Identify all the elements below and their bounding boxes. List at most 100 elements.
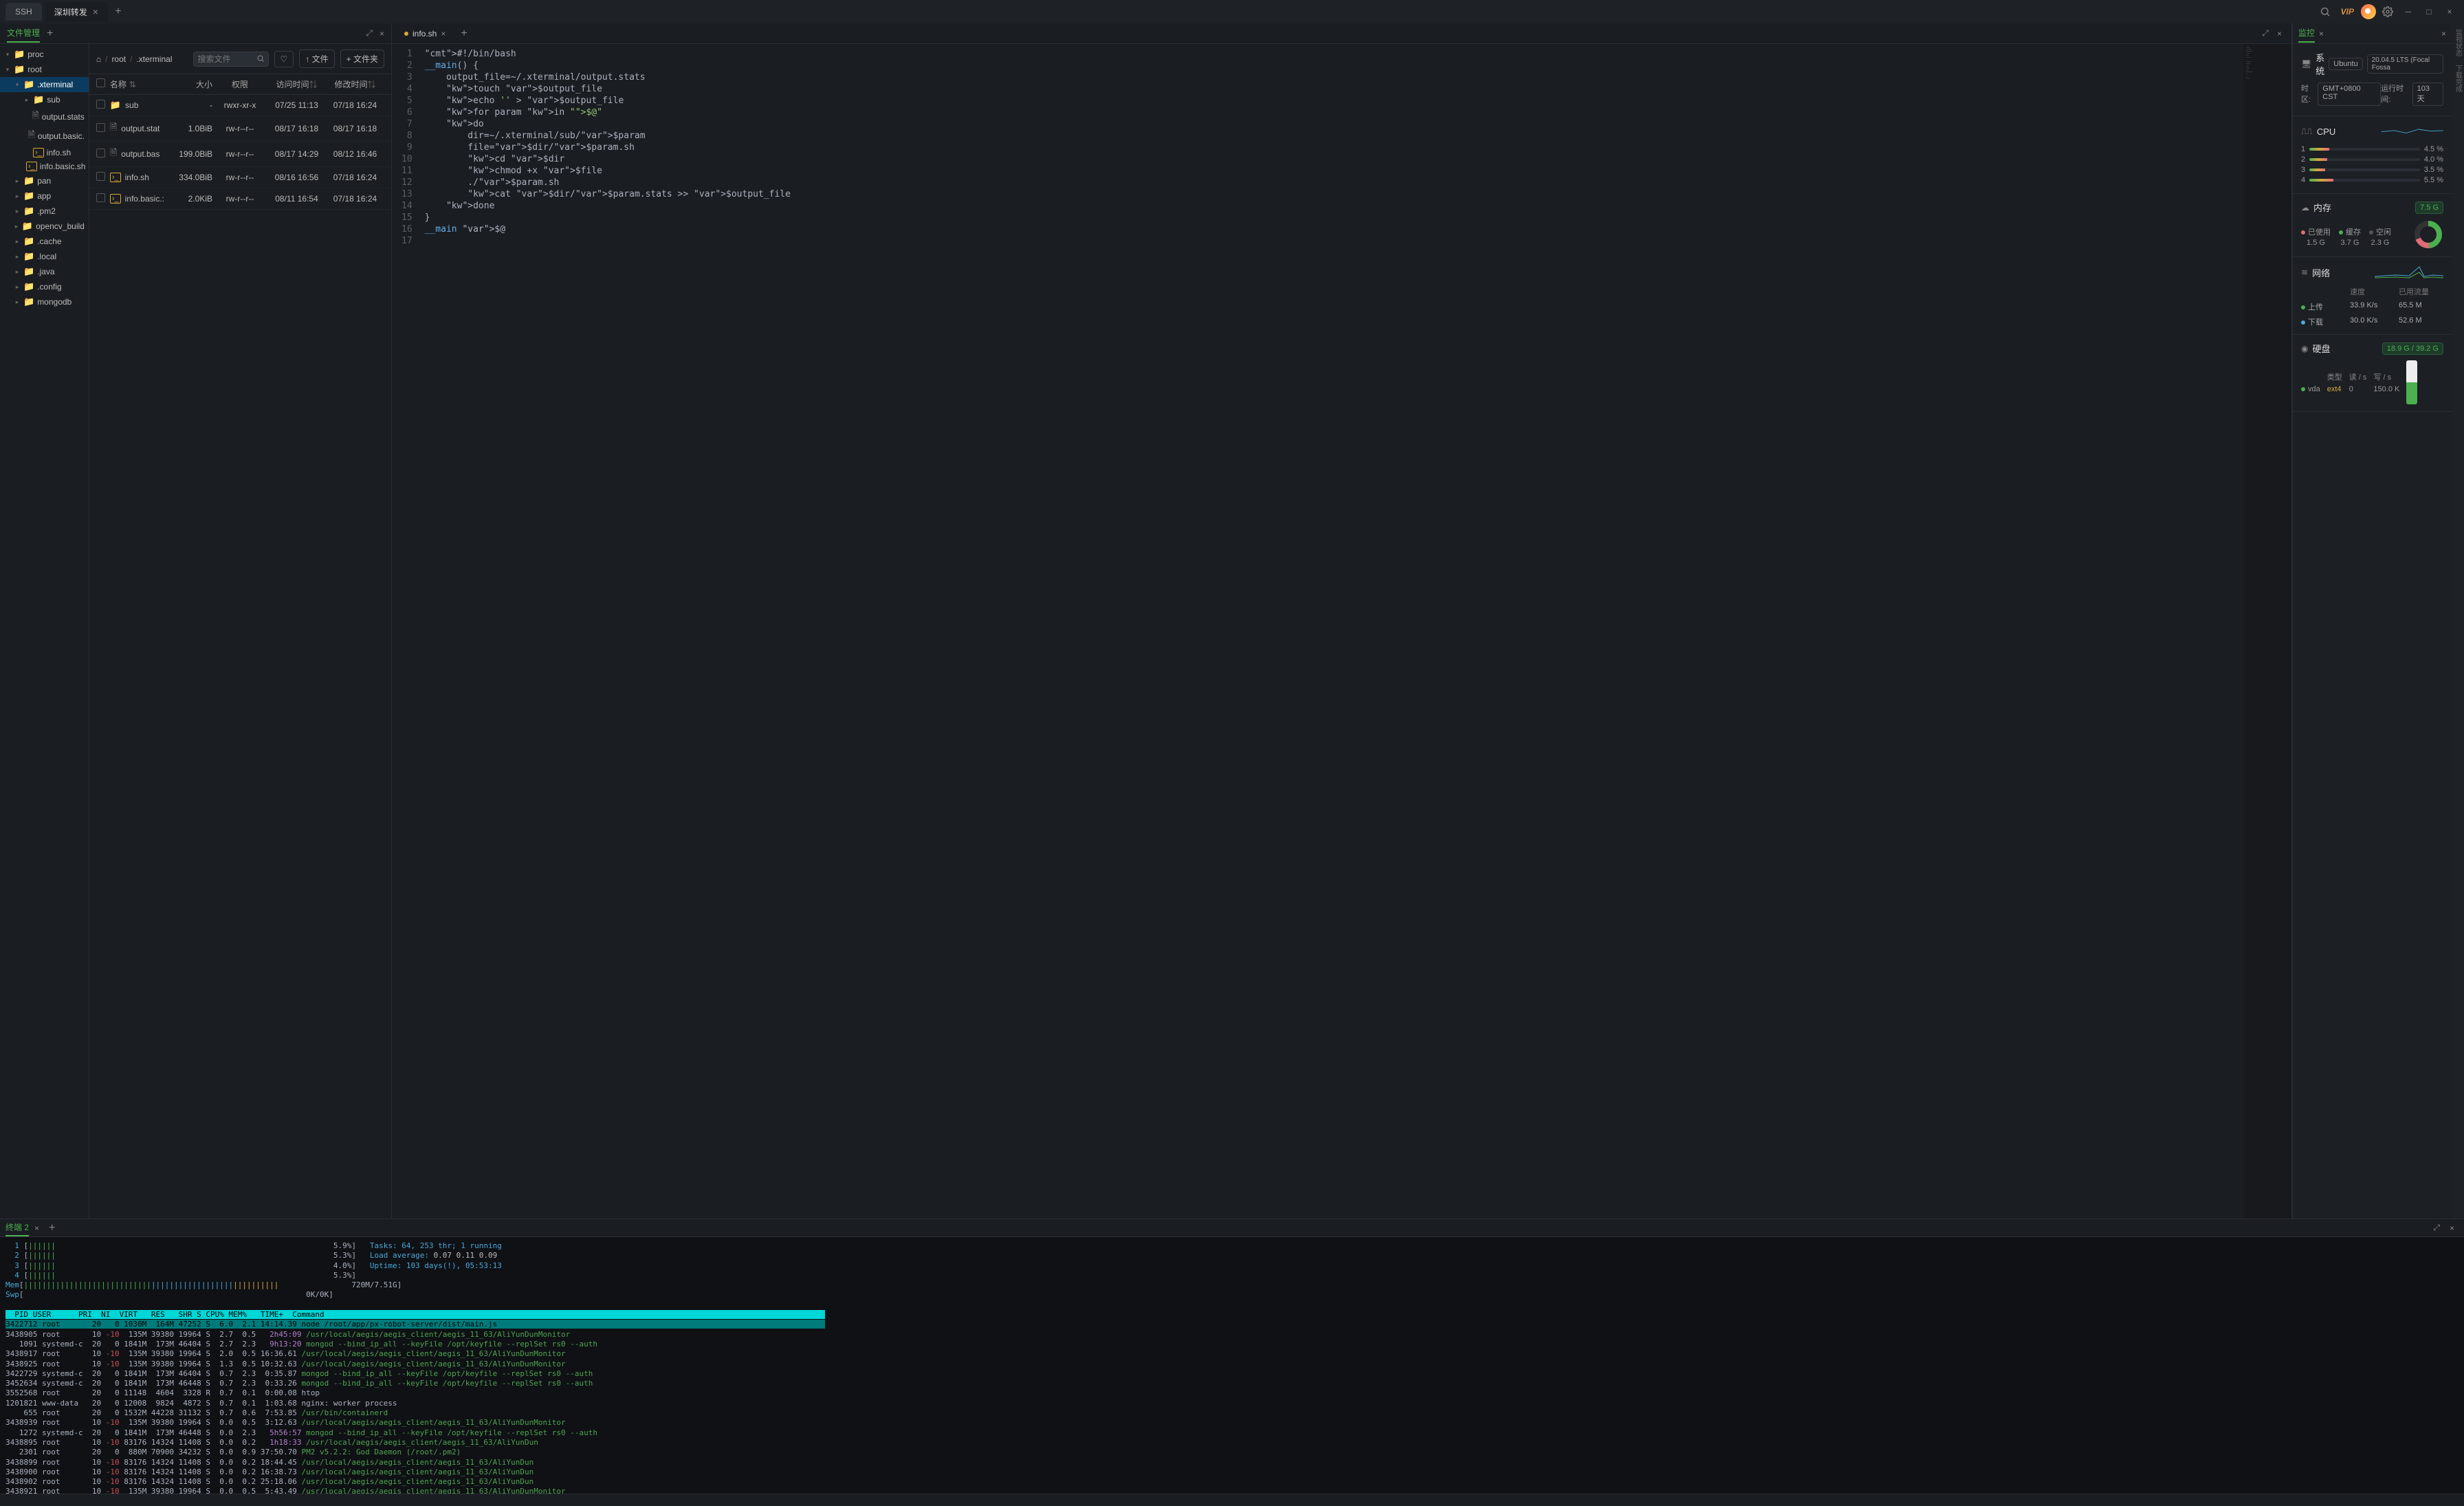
close-terminal-tab-icon[interactable]: × xyxy=(34,1223,39,1233)
tree-item[interactable]: ▸📁sub xyxy=(0,92,89,107)
caret-icon[interactable]: ▸ xyxy=(23,96,30,104)
file-row[interactable]: ›_info.sh334.0BiBrw-r--r--08/16 16:5607/… xyxy=(89,167,391,188)
search-icon[interactable] xyxy=(2316,3,2334,21)
tab-ssh[interactable]: SSH xyxy=(6,3,42,21)
caret-icon[interactable]: ▸ xyxy=(14,177,21,185)
caret-icon[interactable]: ▸ xyxy=(14,283,21,291)
cpu-icon: ⎍⎍ xyxy=(2301,127,2313,137)
cpu-core-pct: 3.5 % xyxy=(2424,166,2443,174)
col-atime[interactable]: 访问时间 xyxy=(276,80,309,89)
home-icon[interactable]: ⌂ xyxy=(96,54,101,64)
tree-item[interactable]: ›_info.sh xyxy=(0,146,89,160)
caret-icon[interactable]: ▸ xyxy=(14,193,21,200)
row-checkbox[interactable] xyxy=(96,172,105,181)
caret-icon[interactable]: ▾ xyxy=(4,51,11,58)
disk-row-read: 0 xyxy=(2349,385,2367,393)
close-monitor-panel-icon[interactable]: × xyxy=(2441,29,2446,39)
tree-item[interactable]: ▾📁proc xyxy=(0,47,89,62)
add-fm-tab-button[interactable]: + xyxy=(47,28,53,40)
col-name[interactable]: 名称 xyxy=(110,78,126,90)
tree-item[interactable]: ▸📁opencv_build xyxy=(0,219,89,234)
code-editor[interactable]: "cmt">#!/bin/bash__main() { output_file=… xyxy=(419,44,2243,1219)
col-size[interactable]: 大小 xyxy=(196,80,212,89)
file-row[interactable]: 🗎output.bas199.0BiBrw-r--r--08/17 14:290… xyxy=(89,142,391,167)
col-mtime[interactable]: 修改时间 xyxy=(334,80,367,89)
caret-icon[interactable]: ▸ xyxy=(14,268,21,276)
expand-terminal-icon[interactable]: ⤢ xyxy=(2433,1223,2440,1233)
tree-item[interactable]: ▾📁.xterminal xyxy=(0,77,89,92)
caret-icon[interactable]: ▸ xyxy=(14,253,21,261)
minimap[interactable]: ▬▬▬▬▬▬▬▬▬▬▬▬▬▬▬▬▬▬▬▬▬▬▬▬▬▬▬▬▬▬▬▬▬▬▬▬▬▬▬▬… xyxy=(2243,44,2291,1219)
caret-icon[interactable]: ▾ xyxy=(4,66,11,74)
file-row[interactable]: 🗎output.stat1.0BiBrw-r--r--08/17 16:1808… xyxy=(89,116,391,142)
crumb-xterminal[interactable]: .xterminal xyxy=(136,54,172,64)
breadcrumb[interactable]: ⌂ / root / .xterminal xyxy=(96,54,173,64)
caret-icon[interactable]: ▸ xyxy=(14,223,19,230)
add-terminal-tab[interactable]: + xyxy=(45,1222,59,1234)
file-name: output.bas xyxy=(121,149,160,159)
filemanager-tab[interactable]: 文件管理 xyxy=(7,24,40,43)
select-all-checkbox[interactable] xyxy=(96,78,105,87)
expand-icon[interactable]: ⤢ xyxy=(366,28,373,39)
terminal-tab[interactable]: 终端 2 xyxy=(6,1219,29,1236)
col-perm[interactable]: 权限 xyxy=(232,80,248,89)
tree-item[interactable]: ▸📁.config xyxy=(0,279,89,294)
expand-editor-icon[interactable]: ⤢ xyxy=(2262,28,2269,39)
tab-label: 深圳转发 xyxy=(54,6,87,18)
vip-badge[interactable]: VIP xyxy=(2337,7,2358,17)
side-strip-item[interactable]: 下载完成 xyxy=(2453,65,2463,92)
file-row[interactable]: 📁sub-rwxr-xr-x07/25 11:1307/18 16:24 xyxy=(89,95,391,116)
network-title: 网络 xyxy=(2312,266,2370,279)
tree-item[interactable]: 🗎output.basic. xyxy=(0,127,89,146)
editor-tab-info-sh[interactable]: info.sh × xyxy=(397,26,452,41)
close-button[interactable]: × xyxy=(2441,3,2458,21)
sort-icon[interactable]: ⇅ xyxy=(368,80,376,89)
row-checkbox[interactable] xyxy=(96,100,105,109)
close-tab-icon[interactable]: × xyxy=(441,29,446,39)
tree-item[interactable]: ▸📁pan xyxy=(0,173,89,188)
close-icon[interactable]: × xyxy=(93,6,98,17)
file-perm: rw-r--r-- xyxy=(212,124,267,133)
caret-icon[interactable]: ▸ xyxy=(14,298,21,306)
search-icon[interactable] xyxy=(256,54,265,65)
favorite-button[interactable]: ♡ xyxy=(274,51,294,67)
terminal-body[interactable]: 1 [|||||| 5.9%] Tasks: 64, 253 thr; 1 ru… xyxy=(0,1237,2464,1494)
add-editor-tab[interactable]: + xyxy=(456,28,471,40)
new-tab-button[interactable]: + xyxy=(111,4,126,19)
sort-icon[interactable]: ⇅ xyxy=(129,80,136,89)
caret-icon[interactable]: ▾ xyxy=(14,81,21,89)
side-strip[interactable]: 监视状态 下载完成 xyxy=(2452,23,2464,1219)
side-strip-item[interactable]: 监视状态 xyxy=(2453,29,2463,56)
caret-icon[interactable]: ▸ xyxy=(14,238,21,245)
tree-item[interactable]: ▸📁.java xyxy=(0,264,89,279)
avatar[interactable] xyxy=(2361,4,2376,19)
new-folder-button[interactable]: + 文件夹 xyxy=(340,50,384,68)
row-checkbox[interactable] xyxy=(96,193,105,202)
tree-item[interactable]: ▸📁mongodb xyxy=(0,294,89,309)
maximize-button[interactable]: □ xyxy=(2420,3,2438,21)
tree-item[interactable]: 🗎output.stats xyxy=(0,107,89,127)
close-panel-icon[interactable]: × xyxy=(380,29,384,39)
tree-item[interactable]: ▸📁.pm2 xyxy=(0,204,89,219)
settings-icon[interactable] xyxy=(2379,3,2397,21)
close-monitor-tab-icon[interactable]: × xyxy=(2319,29,2324,39)
tree-item[interactable]: ▸📁app xyxy=(0,188,89,204)
caret-icon[interactable]: ▸ xyxy=(14,208,21,215)
row-checkbox[interactable] xyxy=(96,149,105,157)
tree-item[interactable]: ▸📁.cache xyxy=(0,234,89,249)
file-atime: 08/17 14:29 xyxy=(267,149,326,159)
tree-item[interactable]: ▾📁root xyxy=(0,62,89,77)
sort-icon[interactable]: ⇅ xyxy=(309,80,318,89)
file-tree[interactable]: ▾📁proc▾📁root▾📁.xterminal▸📁sub🗎output.sta… xyxy=(0,44,89,1219)
monitor-tab[interactable]: 监控 xyxy=(2298,24,2315,43)
minimize-button[interactable]: ─ xyxy=(2399,3,2417,21)
tree-item[interactable]: ▸📁.local xyxy=(0,249,89,264)
tree-item[interactable]: ›_info.basic.sh xyxy=(0,160,89,173)
row-checkbox[interactable] xyxy=(96,123,105,132)
upload-button[interactable]: ↑ 文件 xyxy=(299,50,334,68)
crumb-root[interactable]: root xyxy=(111,54,126,64)
file-row[interactable]: ›_info.basic.:2.0KiBrw-r--r--08/11 16:54… xyxy=(89,188,391,210)
tab-shenzhen[interactable]: 深圳转发 × xyxy=(45,2,108,22)
close-editor-icon[interactable]: × xyxy=(2273,29,2286,39)
close-terminal-panel-icon[interactable]: × xyxy=(2445,1223,2458,1233)
